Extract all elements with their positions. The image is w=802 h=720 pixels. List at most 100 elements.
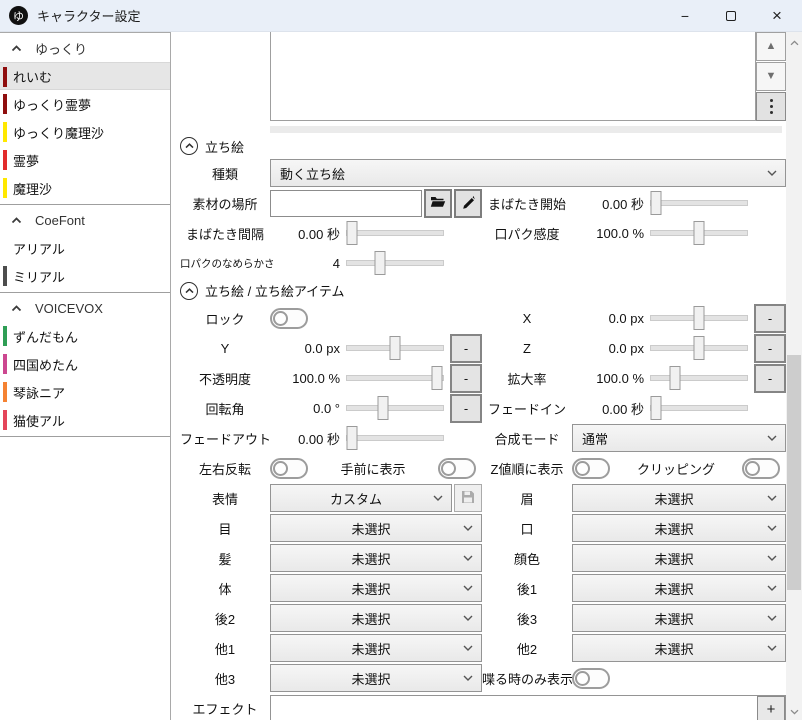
sidebar-item-marisa[interactable]: 魔理沙 xyxy=(0,174,170,202)
hair-dropdown[interactable]: 未選択 xyxy=(270,544,482,572)
maximize-button[interactable] xyxy=(708,0,754,32)
slider-thumb[interactable] xyxy=(346,426,358,450)
back3-dropdown[interactable]: 未選択 xyxy=(572,604,786,632)
more-options-button[interactable] xyxy=(756,92,786,121)
x-slider[interactable] xyxy=(650,305,748,331)
type-dropdown[interactable]: 動く立ち絵 xyxy=(270,159,786,187)
other3-value: 未選択 xyxy=(351,671,391,687)
save-expression-button[interactable] xyxy=(454,484,482,512)
slider-thumb[interactable] xyxy=(346,221,358,245)
slider-thumb[interactable] xyxy=(650,191,662,215)
lip-smoothness-slider[interactable] xyxy=(346,250,444,276)
minimize-button[interactable]: − xyxy=(662,0,708,32)
chevron-up-icon xyxy=(11,217,22,224)
mouth-dropdown[interactable]: 未選択 xyxy=(572,514,786,542)
eye-dropdown[interactable]: 未選択 xyxy=(270,514,482,542)
chevron-up-icon xyxy=(11,305,22,312)
opacity-reset-button[interactable]: - xyxy=(450,363,482,393)
slider-thumb[interactable] xyxy=(693,336,705,360)
complexion-value: 未選択 xyxy=(654,551,694,567)
sidebar-item-yukkuri-reimu[interactable]: ゆっくり霊夢 xyxy=(0,90,170,118)
other2-dropdown[interactable]: 未選択 xyxy=(572,634,786,662)
z-order-toggle[interactable] xyxy=(572,457,610,479)
sidebar-item-miriaru[interactable]: ミリアル xyxy=(0,262,170,290)
flip-toggle[interactable] xyxy=(270,457,308,479)
chevron-up-icon xyxy=(790,34,799,49)
z-reset-button[interactable]: - xyxy=(754,333,786,363)
scroll-down-arrow[interactable] xyxy=(786,703,802,718)
row-material: 素材の場所 まばたき開始 0.00 秒 xyxy=(180,188,786,218)
fade-in-slider[interactable] xyxy=(650,395,748,421)
y-reset-button[interactable]: - xyxy=(450,333,482,363)
slider-thumb[interactable] xyxy=(431,366,443,390)
close-button[interactable]: × xyxy=(754,0,800,32)
sidebar-group-voicevox[interactable]: VOICEVOX xyxy=(0,295,170,322)
slider-thumb[interactable] xyxy=(377,396,389,420)
slider-thumb[interactable] xyxy=(669,366,680,390)
back1-dropdown[interactable]: 未選択 xyxy=(572,574,786,602)
sidebar-item-ariaru[interactable]: アリアル xyxy=(0,234,170,262)
section-title: 立ち絵 / 立ち絵アイテム xyxy=(205,284,345,299)
brow-dropdown[interactable]: 未選択 xyxy=(572,484,786,512)
complexion-dropdown[interactable]: 未選択 xyxy=(572,544,786,572)
blend-mode-dropdown[interactable]: 通常 xyxy=(572,424,786,452)
slider-thumb[interactable] xyxy=(650,396,662,420)
move-down-button[interactable]: ▼ xyxy=(756,62,786,91)
clipping-toggle[interactable] xyxy=(742,457,780,479)
lip-sensitivity-slider[interactable] xyxy=(650,220,748,246)
blink-interval-slider[interactable] xyxy=(346,220,444,246)
zoomrate-reset-button[interactable]: - xyxy=(754,363,786,393)
front-toggle[interactable] xyxy=(438,457,476,479)
body-dropdown[interactable]: 未選択 xyxy=(270,574,482,602)
move-up-button[interactable]: ▲ xyxy=(756,32,786,61)
add-effect-button[interactable]: + xyxy=(757,696,785,720)
zoomrate-slider[interactable] xyxy=(650,365,748,391)
voice-list-box[interactable] xyxy=(270,32,756,121)
back1-value: 未選択 xyxy=(654,581,694,597)
open-folder-button[interactable] xyxy=(424,188,452,218)
sidebar-item-nekotsuka-aru[interactable]: 猫使アル xyxy=(0,406,170,434)
sidebar-item-shikoku-metan[interactable]: 四国めたん xyxy=(0,350,170,378)
rotation-slider[interactable] xyxy=(346,395,444,421)
slider-thumb[interactable] xyxy=(389,336,401,360)
edit-path-button[interactable] xyxy=(454,188,482,218)
lock-toggle[interactable] xyxy=(270,307,308,329)
slider-thumb[interactable] xyxy=(693,221,705,245)
opacity-slider[interactable] xyxy=(346,365,444,391)
sidebar-item-yukkuri-marisa[interactable]: ゆっくり魔理沙 xyxy=(0,118,170,146)
section-header-tachie-item[interactable]: 立ち絵 / 立ち絵アイテム xyxy=(180,278,786,303)
slider-thumb[interactable] xyxy=(374,251,386,275)
back2-dropdown[interactable]: 未選択 xyxy=(270,604,482,632)
x-reset-button[interactable]: - xyxy=(754,303,786,333)
material-path-input[interactable] xyxy=(270,189,422,217)
rotation-reset-button[interactable]: - xyxy=(450,393,482,423)
close-icon: × xyxy=(772,6,782,25)
sidebar-item-reimu[interactable]: れいむ xyxy=(0,62,170,90)
y-slider[interactable] xyxy=(346,335,444,361)
scrollbar-thumb[interactable] xyxy=(787,355,801,590)
other1-label: 他1 xyxy=(214,641,236,657)
section-header-tachie[interactable]: 立ち絵 xyxy=(180,134,786,158)
other1-dropdown[interactable]: 未選択 xyxy=(270,634,482,662)
sidebar-group-coefont[interactable]: CoeFont xyxy=(0,207,170,234)
sidebar-item-label: 魔理沙 xyxy=(13,181,53,197)
sidebar-group-yukkuri[interactable]: ゆっくり xyxy=(0,35,170,62)
expression-dropdown[interactable]: カスタム xyxy=(270,484,452,512)
vertical-scrollbar[interactable] xyxy=(786,32,802,720)
rotation-value: 0.0 ° xyxy=(313,400,340,416)
effect-list-box[interactable]: + xyxy=(270,695,786,720)
z-slider[interactable] xyxy=(650,335,748,361)
blink-start-slider[interactable] xyxy=(650,190,748,216)
sidebar-item-zundamon[interactable]: ずんだもん xyxy=(0,322,170,350)
talk-only-toggle[interactable] xyxy=(572,667,610,689)
sidebar-item-kotoyomi-nia[interactable]: 琴詠ニア xyxy=(0,378,170,406)
other3-dropdown[interactable]: 未選択 xyxy=(270,664,482,692)
sidebar-item-reimu2[interactable]: 霊夢 xyxy=(0,146,170,174)
x-value: 0.0 px xyxy=(608,310,644,326)
lip-sensitivity-label: 口パク感度 xyxy=(494,226,560,242)
sidebar-item-label: ミリアル xyxy=(13,269,65,285)
scroll-up-arrow[interactable] xyxy=(786,34,802,49)
slider-thumb[interactable] xyxy=(693,306,705,330)
row-blink-interval: まばたき間隔 0.00 秒 口パク感度 100.0 % xyxy=(180,218,786,248)
fade-out-slider[interactable] xyxy=(346,425,444,451)
